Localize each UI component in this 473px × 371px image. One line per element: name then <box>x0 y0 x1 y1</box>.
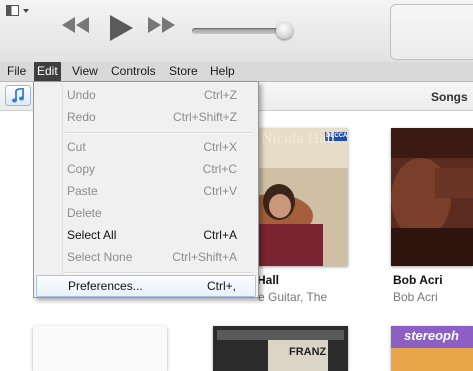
menu-item-shortcut: Ctrl+V <box>203 184 237 198</box>
menu-item-cut[interactable]: Cut Ctrl+X <box>36 136 256 158</box>
album-cover-title: stereoph <box>404 328 459 343</box>
album-cover[interactable]: stereoph <box>391 326 473 371</box>
menu-view[interactable]: View <box>69 62 101 81</box>
menu-item-shortcut: Ctrl+X <box>203 140 237 154</box>
menu-item-select-none[interactable]: Select None Ctrl+Shift+A <box>36 246 256 268</box>
album-artist[interactable]: e Guitar, The <box>258 290 327 304</box>
menu-item-label: Cut <box>67 140 86 154</box>
menu-item-label: Undo <box>67 88 96 102</box>
menu-separator <box>65 272 253 274</box>
menu-item-copy[interactable]: Copy Ctrl+C <box>36 158 256 180</box>
menu-item-label: Redo <box>67 110 96 124</box>
edit-menu-dropdown: Undo Ctrl+Z Redo Ctrl+Shift+Z Cut Ctrl+X… <box>33 81 259 298</box>
album-title[interactable]: Bob Acri <box>393 273 443 287</box>
menu-item-label: Preferences... <box>68 279 143 293</box>
album-cover[interactable]: FRANZ <box>213 326 348 371</box>
album-artist[interactable]: Bob Acri <box>393 290 438 304</box>
album-title[interactable]: Hall <box>257 273 279 287</box>
menu-item-redo[interactable]: Redo Ctrl+Shift+Z <box>36 106 256 128</box>
menu-item-shortcut: Ctrl+, <box>206 279 236 293</box>
menu-item-shortcut: Ctrl+Shift+Z <box>172 110 237 124</box>
album-cover-art <box>213 326 348 371</box>
media-picker-button[interactable] <box>5 85 31 106</box>
menu-item-label: Delete <box>67 206 102 220</box>
album-cover[interactable] <box>391 128 473 266</box>
menu-edit[interactable]: Edit <box>34 62 61 81</box>
volume-slider[interactable] <box>192 28 288 34</box>
album-cover-art <box>391 128 473 266</box>
menu-controls[interactable]: Controls <box>108 62 159 81</box>
menu-separator <box>65 132 253 134</box>
menu-item-shortcut: Ctrl+C <box>202 162 237 176</box>
menu-item-label: Select All <box>67 228 117 242</box>
menu-item-undo[interactable]: Undo Ctrl+Z <box>36 84 256 106</box>
volume-knob[interactable] <box>276 22 293 39</box>
fast-forward-icon[interactable] <box>148 17 176 36</box>
menu-item-label: Select None <box>67 250 133 264</box>
play-icon[interactable] <box>108 14 134 45</box>
window-menu-icon[interactable] <box>6 5 32 17</box>
menu-item-paste[interactable]: Paste Ctrl+V <box>36 180 256 202</box>
album-cover-title: Nicola Hall <box>261 130 336 147</box>
menu-help[interactable]: Help <box>207 62 238 81</box>
menu-item-preferences[interactable]: Preferences... Ctrl+, <box>36 275 256 297</box>
album-cover-title: FRANZ <box>289 346 327 358</box>
now-playing-display <box>390 4 473 60</box>
music-note-icon <box>12 86 24 106</box>
menu-item-shortcut: Ctrl+Z <box>204 88 237 102</box>
player-toolbar <box>0 0 473 63</box>
menu-item-label: Copy <box>67 162 96 176</box>
menu-item-shortcut: Ctrl+A <box>203 228 237 242</box>
decca-logo: DECCA <box>326 133 348 139</box>
menu-file[interactable]: File <box>4 62 29 81</box>
menu-item-delete[interactable]: Delete <box>36 202 256 224</box>
menu-item-shortcut: Ctrl+Shift+A <box>172 250 237 264</box>
menu-store[interactable]: Store <box>166 62 201 81</box>
album-cover[interactable] <box>33 326 167 371</box>
menu-bar: File Edit View Controls Store Help <box>0 62 473 82</box>
menu-item-select-all[interactable]: Select All Ctrl+A <box>36 224 256 246</box>
menu-item-label: Paste <box>67 184 98 198</box>
tab-songs[interactable]: Songs <box>431 90 468 104</box>
rewind-icon[interactable] <box>62 17 90 36</box>
